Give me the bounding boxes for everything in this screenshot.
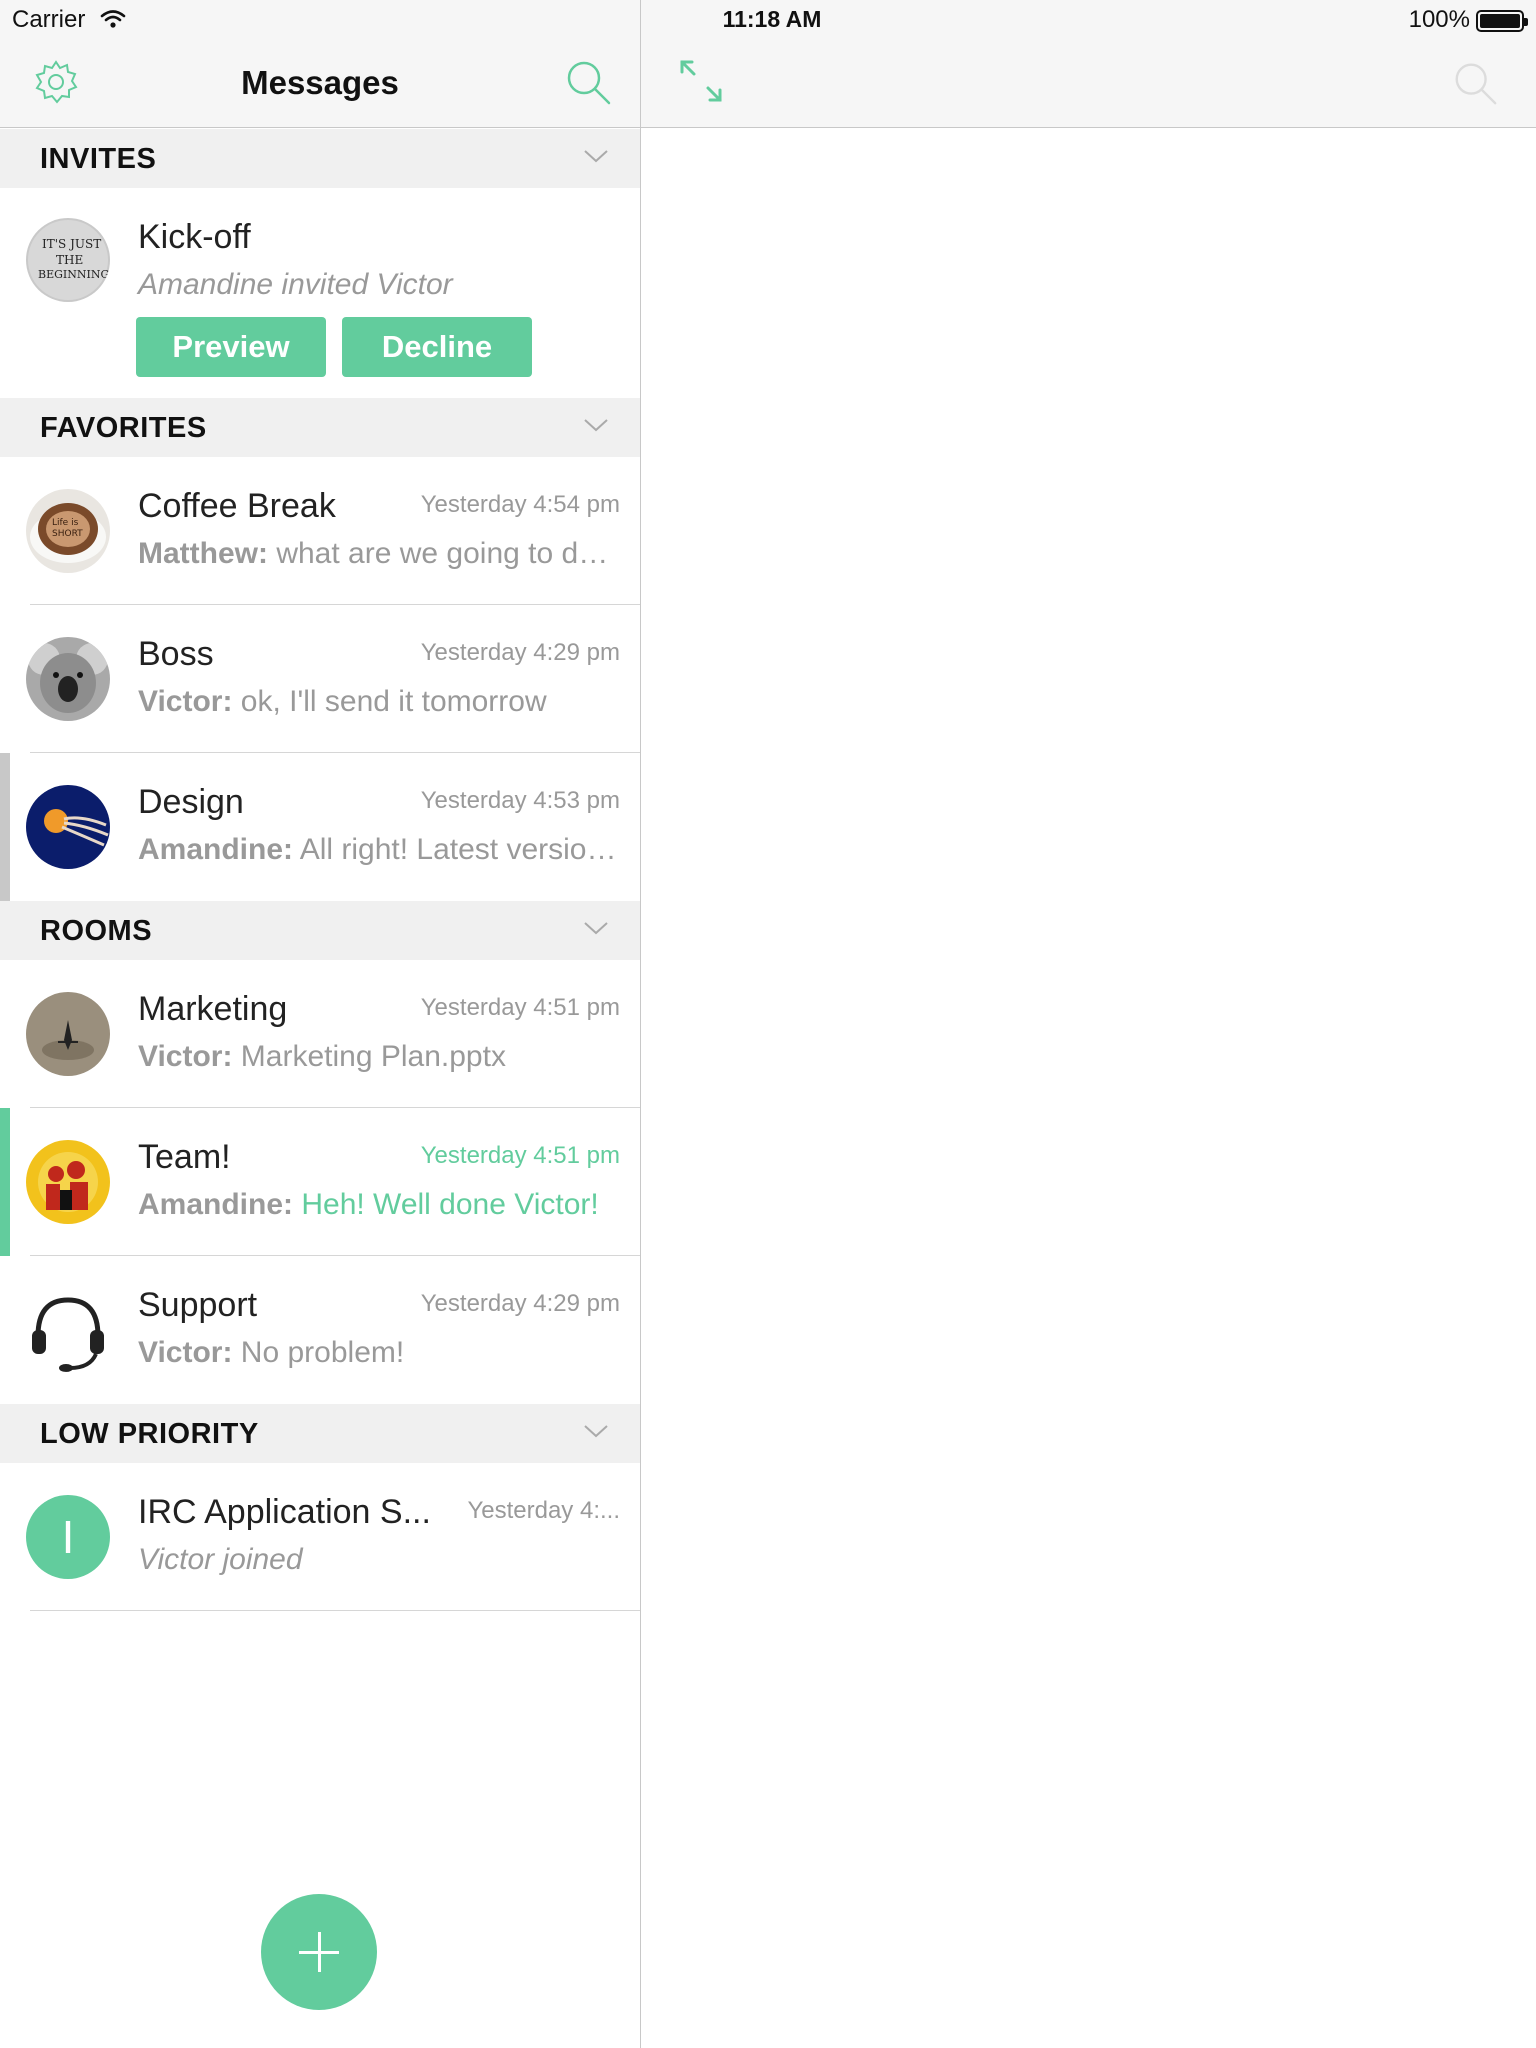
last-message: Victor: ok, I'll send it tomorrow: [138, 685, 620, 719]
timestamp: Yesterday 4:29 pm: [420, 639, 620, 666]
decline-button[interactable]: Decline: [342, 317, 532, 377]
last-message: Victor joined: [138, 1543, 303, 1576]
room-name: Marketing: [138, 990, 288, 1028]
message-sender: Victor:: [138, 1336, 233, 1369]
avatar: Life is SHORT: [26, 489, 110, 573]
invite-row[interactable]: IT'S JUST THE BEGINNING Kick-off Amandin…: [0, 188, 640, 398]
message-sender: Amandine:: [138, 833, 294, 866]
top-bar: Carrier 11:18 AM 100% Messages: [0, 0, 1536, 128]
timestamp: Yesterday 4:...: [467, 1497, 620, 1524]
section-header-favorites[interactable]: FAVORITES: [0, 398, 640, 457]
message-sender: Victor:: [138, 1040, 233, 1073]
avatar: IT'S JUST THE BEGINNING: [26, 218, 110, 302]
selected-marker: [0, 753, 10, 901]
avatar: [26, 785, 110, 869]
create-room-button[interactable]: [261, 1894, 377, 2010]
timestamp: Yesterday 4:51 pm: [420, 1142, 620, 1169]
room-row-coffee-break[interactable]: Life is SHORT Coffee Break Yesterday 4:5…: [0, 457, 640, 605]
message-sender: Matthew:: [138, 537, 268, 570]
room-row-team[interactable]: Team! Yesterday 4:51 pm Amandine: Heh! W…: [0, 1108, 640, 1256]
section-header-rooms[interactable]: ROOMS: [0, 901, 640, 960]
room-row-marketing[interactable]: Marketing Yesterday 4:51 pm Victor: Mark…: [0, 960, 640, 1108]
timestamp: Yesterday 4:54 pm: [420, 491, 620, 518]
room-name: Support: [138, 1286, 258, 1324]
room-row-support[interactable]: Support Yesterday 4:29 pm Victor: No pro…: [0, 1256, 640, 1404]
timestamp: Yesterday 4:29 pm: [420, 1290, 620, 1317]
expand-icon[interactable]: [678, 58, 724, 109]
message-text: Heh! Well done Victor!: [293, 1188, 599, 1221]
chevron-down-icon[interactable]: [582, 147, 610, 170]
svg-text:SHORT: SHORT: [52, 529, 83, 539]
last-message: Amandine: Heh! Well done Victor!: [138, 1188, 620, 1222]
preview-button[interactable]: Preview: [136, 317, 326, 377]
room-name: Design: [138, 783, 244, 821]
message-text: Marketing Plan.pptx: [232, 1040, 506, 1073]
room-row-design[interactable]: Design Yesterday 4:53 pm Amandine: All r…: [0, 753, 640, 901]
last-message: Amandine: All right! Latest version atta…: [138, 833, 620, 867]
chevron-down-icon[interactable]: [582, 1422, 610, 1445]
battery-icon: [1476, 10, 1528, 32]
last-message: Victor: Marketing Plan.pptx: [138, 1040, 620, 1074]
svg-text:IT'S JUST: IT'S JUST: [42, 237, 101, 251]
battery-percent: 100%: [1408, 6, 1470, 33]
svg-text:THE: THE: [56, 253, 83, 267]
message-sender: Victor:: [138, 685, 233, 718]
last-message: Victor: No problem!: [138, 1336, 620, 1370]
room-row-irc[interactable]: I IRC Application S... Yesterday 4:... V…: [0, 1463, 640, 1611]
timestamp: Yesterday 4:51 pm: [420, 994, 620, 1021]
timestamp: Yesterday 4:53 pm: [420, 787, 620, 814]
message-text: No problem!: [232, 1336, 405, 1369]
search-icon[interactable]: [1450, 58, 1500, 113]
message-text: what are we going to do today?: [276, 537, 620, 570]
room-name: Coffee Break: [138, 487, 336, 525]
avatar: [26, 1140, 110, 1224]
section-label: FAVORITES: [40, 412, 207, 444]
avatar: I: [26, 1495, 110, 1579]
message-text: ok, I'll send it tomorrow: [232, 685, 547, 718]
list-navbar: Messages: [0, 40, 640, 128]
message-sender: Amandine:: [138, 1188, 294, 1221]
invite-subtitle: Amandine invited Victor: [138, 268, 453, 301]
avatar: [26, 637, 110, 721]
room-name: Team!: [138, 1138, 231, 1176]
section-label: ROOMS: [40, 915, 153, 947]
chevron-down-icon[interactable]: [582, 919, 610, 942]
search-icon[interactable]: [562, 56, 614, 113]
room-list[interactable]: INVITES IT'S JUST THE BEGINNING Kick-off…: [0, 129, 640, 1611]
status-bar: Carrier 11:18 AM 100%: [0, 0, 1536, 40]
message-text: All right! Latest version attached: [299, 833, 620, 866]
row-separator: [30, 1610, 640, 1611]
last-message: Matthew: what are we going to do today?: [138, 537, 620, 571]
unread-marker: [0, 1108, 10, 1256]
section-label: INVITES: [40, 143, 157, 175]
avatar: [26, 992, 110, 1076]
section-header-invites[interactable]: INVITES: [0, 129, 640, 188]
svg-text:BEGINNING: BEGINNING: [38, 268, 109, 281]
room-row-boss[interactable]: Boss Yesterday 4:29 pm Victor: ok, I'll …: [0, 605, 640, 753]
split-divider: [640, 0, 641, 2048]
section-header-low-priority[interactable]: LOW PRIORITY: [0, 1404, 640, 1463]
clock: 11:18 AM: [722, 6, 822, 32]
page-title: Messages: [241, 64, 399, 101]
chevron-down-icon[interactable]: [582, 416, 610, 439]
room-name: Boss: [138, 635, 214, 673]
svg-text:Life is: Life is: [52, 518, 79, 528]
room-name: IRC Application S...: [138, 1493, 431, 1531]
section-label: LOW PRIORITY: [40, 1418, 259, 1450]
room-name: Kick-off: [138, 218, 251, 256]
headset-icon: [26, 1288, 110, 1372]
